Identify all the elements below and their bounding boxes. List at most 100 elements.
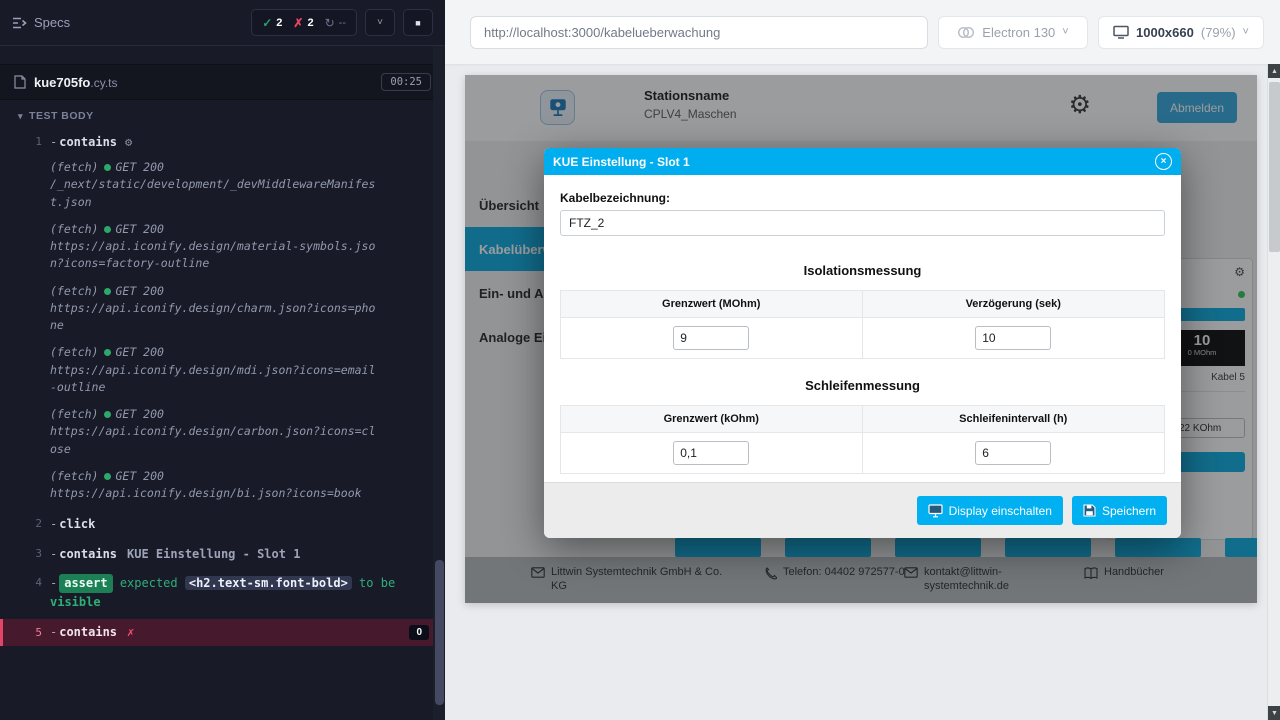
status-dot-icon: [104, 164, 111, 171]
check-icon: ✓: [262, 16, 272, 30]
fetch-url: https://api.iconify.design/charm.json?ic…: [50, 301, 375, 332]
failed-count: 2: [307, 17, 313, 29]
cable-name-input[interactable]: [560, 210, 1165, 236]
column-header: Schleifenintervall (h): [863, 406, 1165, 432]
isolation-limit-input[interactable]: [673, 326, 749, 350]
assert-badge: assert: [59, 574, 112, 593]
stat-pending: ↻--: [325, 16, 346, 30]
status-dot-icon: [104, 349, 111, 356]
cable-name-label: Kabelbezeichnung:: [560, 191, 1165, 205]
command-row[interactable]: 2 -click: [0, 512, 445, 537]
get-status: GET 200: [115, 407, 163, 421]
fetch-label: (fetch): [50, 222, 98, 236]
column-header: Grenzwert (MOhm): [561, 291, 863, 317]
section-title-schleifen: Schleifenmessung: [560, 378, 1165, 393]
spec-header: kue705fo.cy.ts 00:25: [0, 64, 445, 100]
command-name: contains: [59, 547, 117, 561]
cypress-reporter: Specs ✓2 ✗2 ↻-- ˅ ■ kue705fo.cy.ts 00:25…: [0, 0, 445, 720]
reporter-header: Specs ✓2 ✗2 ↻-- ˅ ■: [0, 0, 445, 46]
fetch-log-entry[interactable]: (fetch)GET 200https://api.iconify.design…: [0, 344, 445, 396]
error-count-badge: 0: [409, 625, 429, 640]
monitor-icon: [1113, 25, 1129, 39]
close-icon: ×: [1161, 157, 1167, 167]
chevron-down-icon: ˅: [1243, 26, 1249, 38]
viewport-zoom: (79%): [1201, 25, 1236, 40]
command-detail: KUE Einstellung - Slot 1: [127, 547, 300, 561]
browser-select[interactable]: Electron 130 ˅: [938, 16, 1088, 49]
get-status: GET 200: [115, 222, 163, 236]
get-status: GET 200: [115, 284, 163, 298]
fetch-label: (fetch): [50, 160, 98, 174]
chevron-down-icon: ˅: [1062, 26, 1068, 38]
command-name: contains: [59, 623, 117, 642]
command-row-assert[interactable]: 4 -assert expected <h2.text-sm.font-bold…: [0, 571, 445, 615]
runner-right-pane: Electron 130 ˅ 1000x660 (79%) ˅ Stations…: [445, 0, 1280, 720]
loop-limit-input[interactable]: [673, 441, 749, 465]
command-row[interactable]: 1 -contains⚙: [0, 130, 445, 155]
stat-passed: ✓2: [262, 16, 282, 30]
page-scroll-thumb[interactable]: [1269, 82, 1280, 252]
scroll-down-button[interactable]: ▼: [1268, 706, 1280, 720]
schleifen-table: Grenzwert (kOhm) Schleifenintervall (h): [560, 405, 1165, 474]
test-body-section[interactable]: ▾ TEST BODY: [0, 100, 445, 130]
fetch-log-entry[interactable]: (fetch)GET 200https://api.iconify.design…: [0, 406, 445, 458]
command-number: 2: [0, 515, 50, 530]
fetch-log-entry[interactable]: (fetch)GET 200/_next/static/development/…: [0, 159, 445, 211]
stop-icon: ■: [415, 18, 420, 28]
spec-name: kue705fo.cy.ts: [34, 75, 118, 90]
reporter-scrollbar[interactable]: [433, 46, 445, 720]
column-header: Verzögerung (sek): [863, 291, 1165, 317]
run-stats: ✓2 ✗2 ↻--: [251, 9, 357, 36]
failed-command-row[interactable]: 5 -contains✗ 0: [0, 619, 445, 646]
isolation-delay-input[interactable]: [975, 326, 1051, 350]
chevron-down-icon: ˅: [377, 17, 383, 28]
display-icon: [928, 504, 943, 518]
status-dot-icon: [104, 288, 111, 295]
command-name: contains: [59, 135, 117, 149]
command-number: 1: [0, 133, 50, 148]
stat-failed: ✗2: [293, 16, 313, 30]
browsers-venn-icon: [957, 26, 975, 39]
status-dot-icon: [104, 226, 111, 233]
viewport-size: 1000x660: [1136, 25, 1194, 40]
url-input[interactable]: [470, 16, 928, 49]
specs-list-icon: [12, 17, 27, 29]
collapse-icon: ▾: [18, 111, 23, 122]
scroll-up-button[interactable]: ▲: [1268, 64, 1280, 78]
save-button[interactable]: Speichern: [1072, 496, 1167, 525]
specs-label: Specs: [34, 15, 70, 30]
status-dot-icon: [104, 411, 111, 418]
collapse-all-button[interactable]: ˅: [365, 9, 395, 36]
file-icon: [14, 75, 26, 89]
viewport-select[interactable]: 1000x660 (79%) ˅: [1098, 16, 1264, 49]
fetch-url: /_next/static/development/_devMiddleware…: [50, 177, 375, 208]
spec-time-badge: 00:25: [381, 73, 431, 91]
status-dot-icon: [104, 473, 111, 480]
fetch-log-entry[interactable]: (fetch)GET 200https://api.iconify.design…: [0, 283, 445, 335]
scroll-up-icon: ▲: [1271, 68, 1278, 75]
command-row[interactable]: 3 -containsKUE Einstellung - Slot 1: [0, 542, 445, 567]
isolation-table: Grenzwert (MOhm) Verzögerung (sek): [560, 290, 1165, 359]
page-scrollbar[interactable]: ▲ ▼: [1267, 64, 1280, 720]
fetch-label: (fetch): [50, 469, 98, 483]
fetch-log-entry[interactable]: (fetch)GET 200https://api.iconify.design…: [0, 468, 445, 503]
fetch-label: (fetch): [50, 407, 98, 421]
modal-title-bar: KUE Einstellung - Slot 1 ×: [544, 148, 1181, 175]
stop-run-button[interactable]: ■: [403, 9, 433, 36]
test-body-label: TEST BODY: [29, 110, 94, 122]
fetch-log-entry[interactable]: (fetch) GET 200 https://api.iconify.design…: [0, 221, 445, 273]
reporter-scroll-thumb[interactable]: [435, 560, 444, 705]
display-on-button[interactable]: Display einschalten: [917, 496, 1063, 525]
command-number: 4: [0, 574, 50, 589]
refresh-icon: ↻: [325, 16, 335, 30]
app-window: Stationsname CPLV4_Maschen ⚙ Abmelden Üb…: [465, 75, 1257, 603]
loop-interval-input[interactable]: [975, 441, 1051, 465]
command-name: click: [59, 517, 95, 531]
modal-close-button[interactable]: ×: [1155, 153, 1172, 170]
fetch-label: (fetch): [50, 345, 98, 359]
get-status: GET 200: [115, 469, 163, 483]
section-title-isolation: Isolationsmessung: [560, 263, 1165, 278]
specs-button[interactable]: Specs: [12, 15, 70, 30]
command-number: 3: [0, 545, 50, 560]
fetch-url: https://api.iconify.design/material-symb…: [50, 239, 375, 270]
